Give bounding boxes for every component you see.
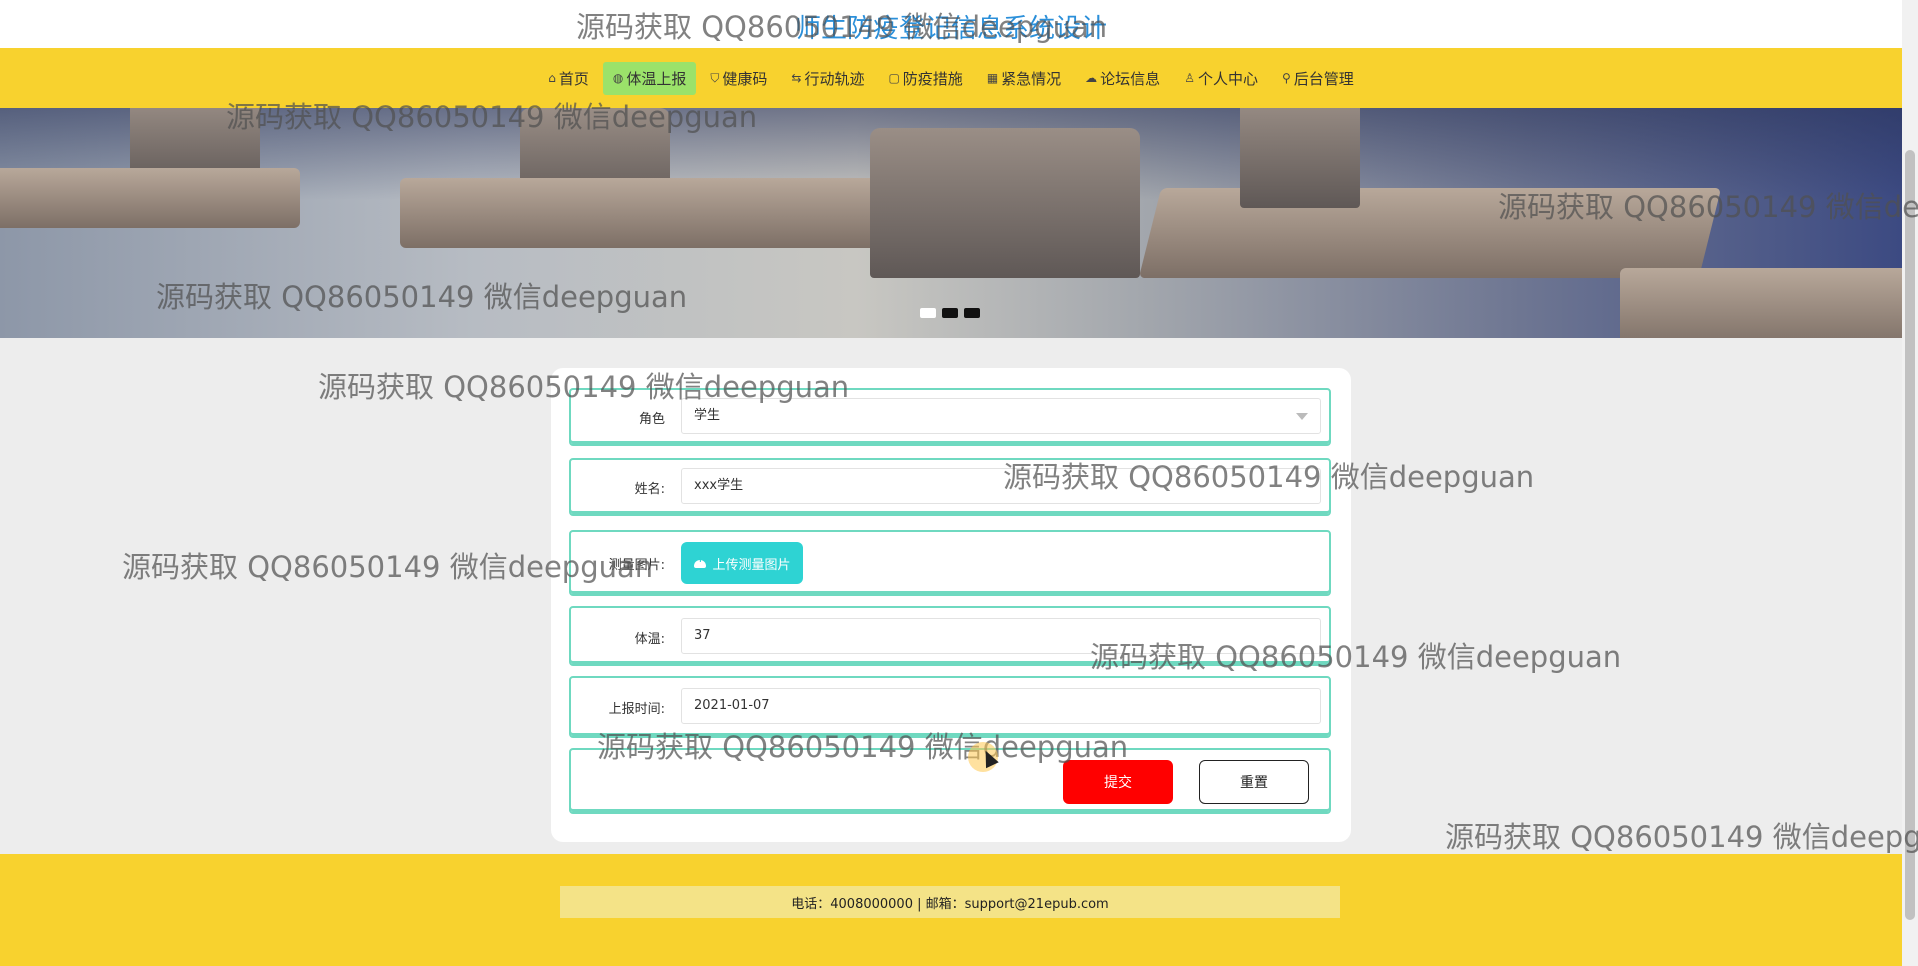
nav-label: 首页	[558, 69, 589, 88]
clipboard-icon: ▢	[888, 71, 900, 85]
nav-item-emergency[interactable]: ▦ 紧急情况	[977, 62, 1071, 95]
form-row-actions: 提交 重置	[569, 748, 1331, 814]
banner-chair	[1240, 108, 1360, 208]
form-row-report-time: 上报时间: 2021-01-07	[569, 676, 1331, 738]
cloud-icon: ☁	[1085, 71, 1098, 85]
temperature-input[interactable]: 37	[681, 618, 1321, 654]
role-label: 角色	[638, 412, 665, 427]
nav-label: 健康码	[722, 69, 768, 88]
carousel-dot[interactable]	[964, 308, 980, 318]
nav-label: 论坛信息	[1100, 69, 1161, 88]
nav-item-home[interactable]: ⌂ 首页	[538, 62, 599, 95]
shield-icon: ⛉	[710, 70, 720, 85]
upload-photo-label: 上传测量图片	[712, 557, 791, 573]
name-input[interactable]: xxx学生	[681, 468, 1321, 504]
banner-desk	[0, 168, 300, 228]
banner-desk	[1138, 188, 1722, 278]
page-scrollbar[interactable]	[1902, 0, 1918, 966]
nav-item-trajectory[interactable]: ⇆ 行动轨迹	[781, 62, 874, 95]
main-nav: ⌂ 首页 ◍ 体温上报 ⛉ 健康码 ⇆ 行动轨迹 ▢ 防疫措施 ▦ 紧急情况 ☁ 论坛信息 ♙…	[0, 48, 1902, 108]
submit-button[interactable]: 提交	[1063, 760, 1173, 804]
report-time-input[interactable]: 2021-01-07	[681, 688, 1321, 724]
scrollbar-thumb[interactable]	[1905, 150, 1915, 920]
banner-desk	[400, 178, 900, 248]
watermark: 源码获取 QQ86050149 微信deepguan	[1445, 820, 1918, 854]
form-row-name: 姓名: xxx学生	[569, 458, 1331, 516]
nav-label: 紧急情况	[1001, 69, 1062, 88]
chevron-down-icon	[1296, 413, 1308, 420]
top-header: 师生防疫登记信息系统设计	[0, 0, 1902, 48]
nav-item-forum[interactable]: ☁ 论坛信息	[1075, 62, 1170, 95]
nav-item-profile[interactable]: ♙ 个人中心	[1174, 62, 1268, 95]
nav-item-prevention[interactable]: ▢ 防疫措施	[878, 62, 972, 95]
nav-label: 体温上报	[626, 69, 687, 88]
globe-icon: ◍	[612, 71, 624, 85]
carousel-dot[interactable]	[942, 308, 958, 318]
form-row-temperature: 体温: 37	[569, 606, 1331, 666]
grid-icon: ▦	[986, 71, 999, 85]
nav-label: 后台管理	[1293, 69, 1354, 88]
reset-button[interactable]: 重置	[1199, 760, 1309, 804]
nav-label: 防疫措施	[902, 69, 963, 88]
report-form: 角色 学生 姓名: xxx学生 测量图片: 上传测量图片 体温: 37 上报时间…	[551, 368, 1351, 842]
nav-item-temperature-report[interactable]: ◍ 体温上报	[602, 61, 697, 95]
footer-contact: 电话：4008000000 | 邮箱：support@21epub.com	[560, 886, 1340, 918]
name-label: 姓名:	[634, 482, 665, 497]
nav-label: 行动轨迹	[804, 69, 865, 88]
banner-desk	[1620, 268, 1902, 338]
carousel-indicators	[920, 308, 980, 318]
nav-label: 个人中心	[1197, 69, 1258, 88]
temperature-label: 体温:	[634, 632, 665, 647]
carousel-dot[interactable]	[920, 308, 936, 318]
home-icon: ⌂	[548, 71, 556, 85]
cloud-upload-icon	[693, 555, 707, 568]
user-icon: ♙	[1184, 71, 1195, 85]
link-icon: ⚲	[1281, 71, 1291, 85]
upload-photo-button[interactable]: 上传测量图片	[681, 542, 803, 584]
banner-chair	[870, 128, 1140, 278]
banner-carousel	[0, 108, 1902, 338]
report-time-label: 上报时间:	[608, 702, 665, 717]
nav-item-health-code[interactable]: ⛉ 健康码	[700, 62, 777, 95]
form-row-photo: 测量图片: 上传测量图片	[569, 530, 1331, 596]
nav-item-admin[interactable]: ⚲ 后台管理	[1272, 62, 1364, 95]
footer: 电话：4008000000 | 邮箱：support@21epub.com	[0, 854, 1902, 966]
sliders-icon: ⇆	[791, 71, 802, 85]
role-value: 学生	[694, 408, 721, 423]
photo-label: 测量图片:	[608, 558, 665, 573]
role-select[interactable]: 学生	[681, 398, 1321, 434]
site-title: 师生防疫登记信息系统设计	[794, 14, 1107, 44]
form-row-role: 角色 学生	[569, 388, 1331, 446]
